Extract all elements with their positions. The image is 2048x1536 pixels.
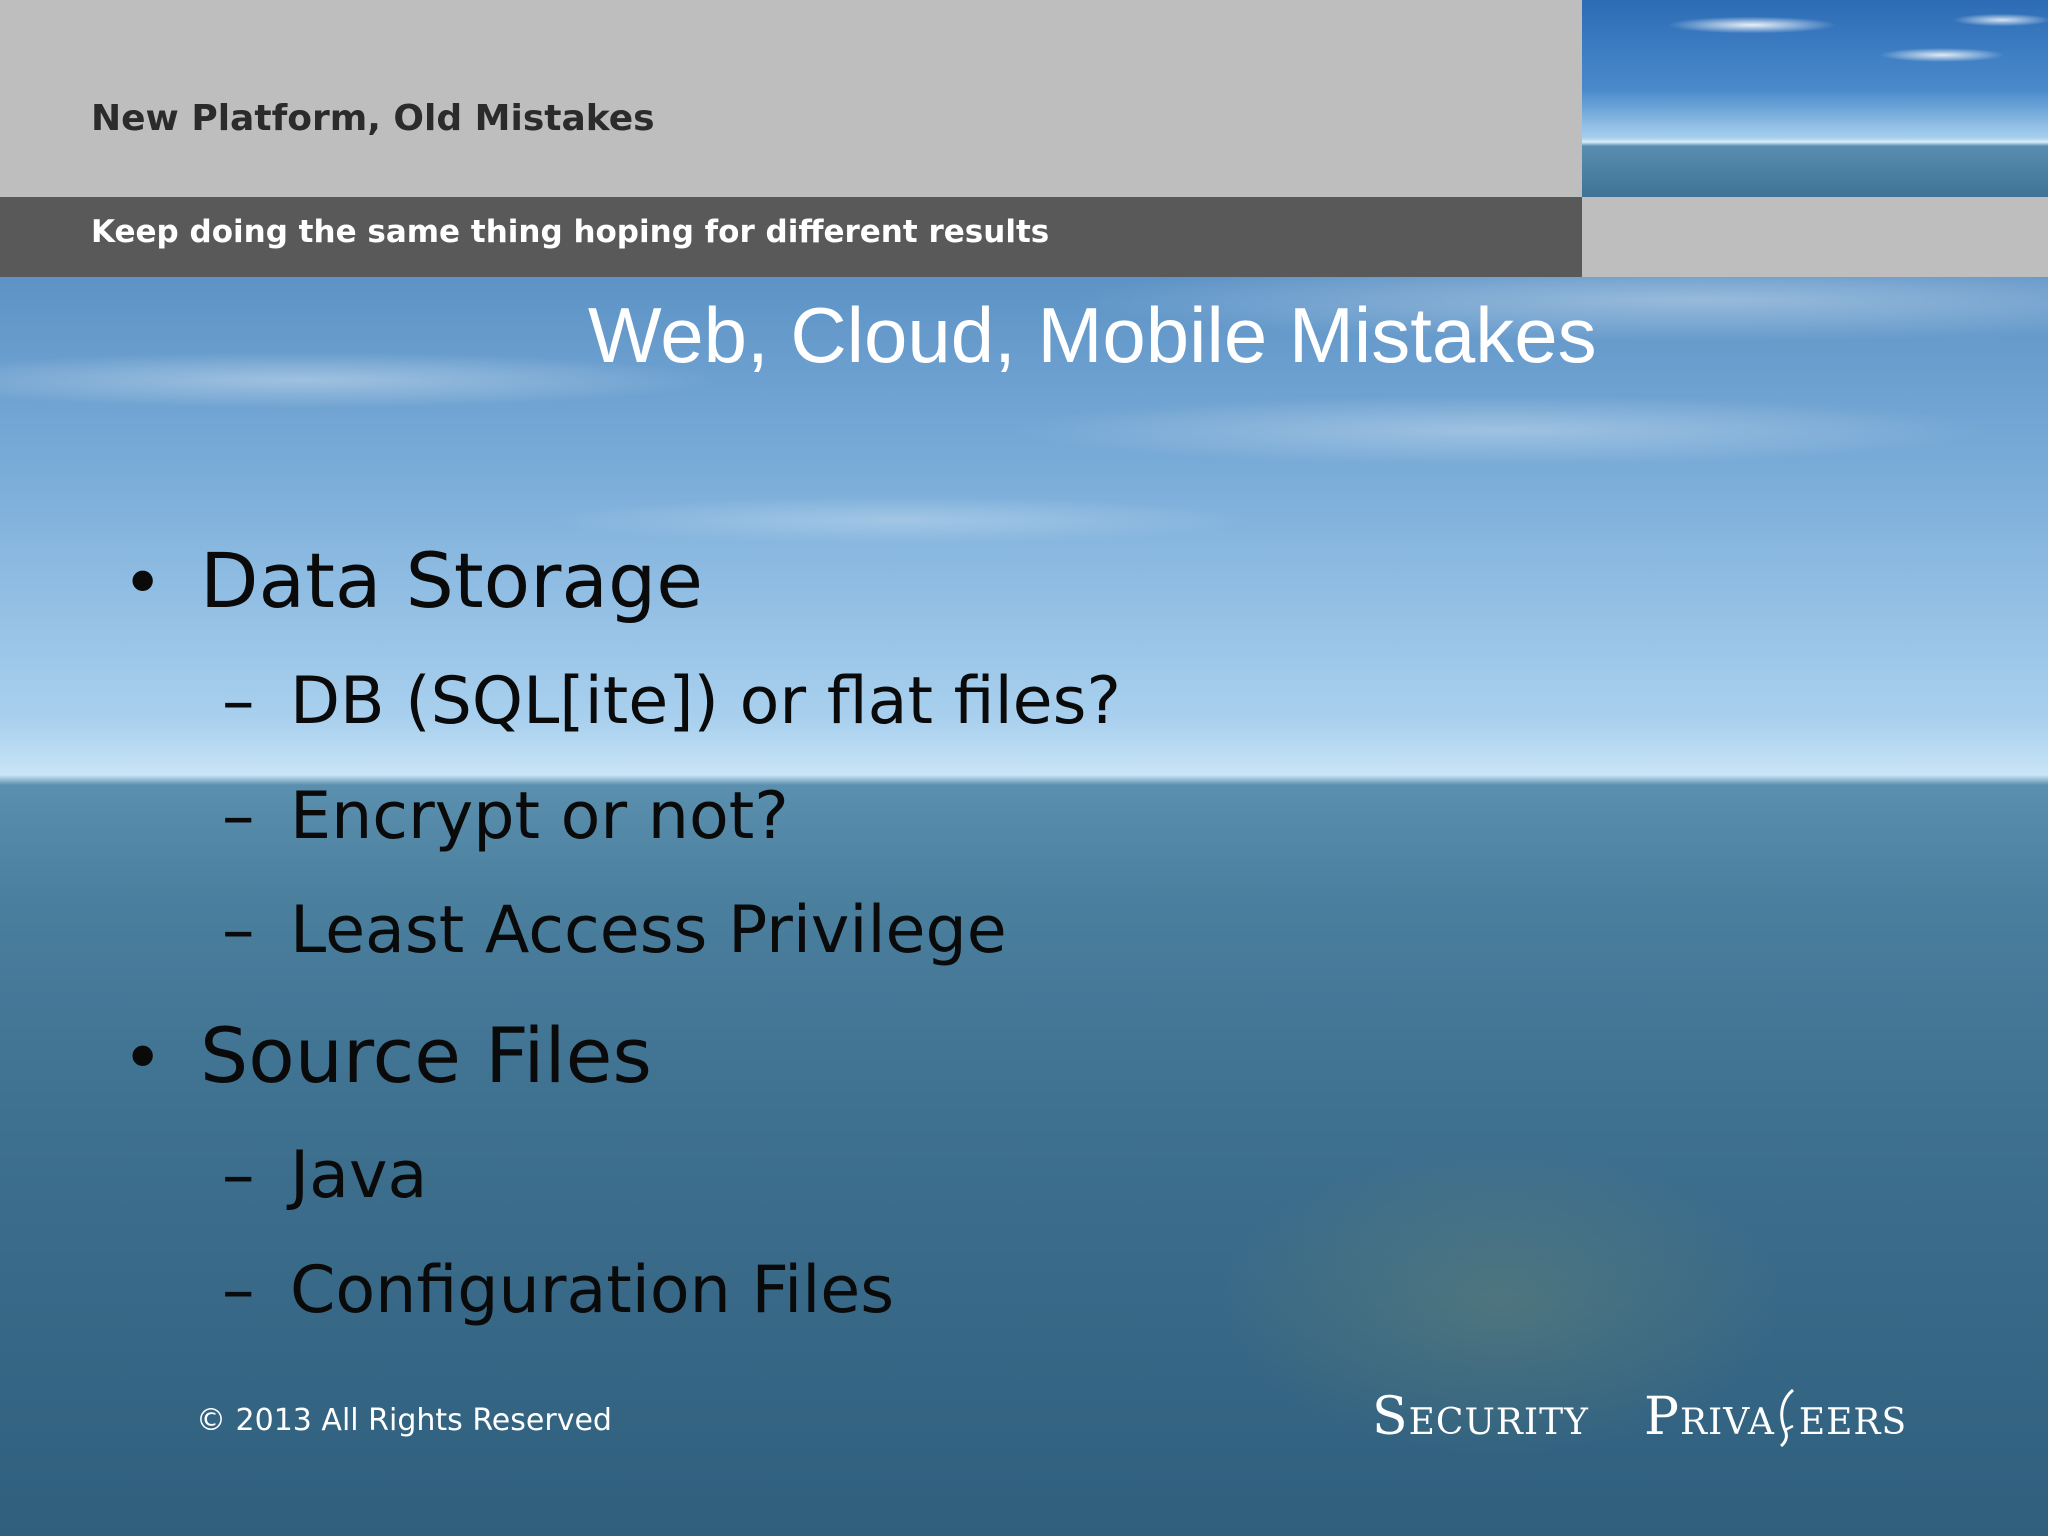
dash-marker: – [222, 1253, 255, 1328]
sub-bullet-item: Least Access Privilege [290, 893, 1007, 968]
presentation-title: New Platform, Old Mistakes [91, 98, 655, 139]
bullet-dot: • [122, 542, 164, 624]
security-privateers-logo: Security Priva eers [1372, 1386, 1907, 1448]
dash-marker: – [222, 1138, 255, 1213]
sub-bullet-item: DB (SQL[ite]) or flat files? [290, 664, 1122, 739]
copyright-notice: © 2013 All Rights Reserved [196, 1403, 612, 1438]
corner-gray-block [1582, 197, 2048, 277]
logo-word-eers: eers [1798, 1387, 1908, 1447]
dash-marker: – [222, 664, 255, 739]
logo-word-security: Security [1372, 1387, 1589, 1447]
sub-bullet-item: Encrypt or not? [290, 779, 789, 854]
slide-title: Web, Cloud, Mobile Mistakes [588, 291, 1597, 379]
corner-sky-image [1582, 0, 2048, 197]
presentation-subtitle: Keep doing the same thing hoping for dif… [91, 214, 1050, 250]
sword-swirl-icon [1779, 1388, 1794, 1448]
sub-bullet-item: Java [290, 1138, 428, 1213]
bullet-dot: • [122, 1017, 164, 1099]
bullet-item: Data Storage [200, 536, 703, 625]
dash-marker: – [222, 893, 255, 968]
bullet-item: Source Files [200, 1011, 652, 1100]
dash-marker: – [222, 779, 255, 854]
sub-bullet-item: Configuration Files [290, 1253, 895, 1328]
logo-word-priva: Priva [1643, 1387, 1775, 1447]
